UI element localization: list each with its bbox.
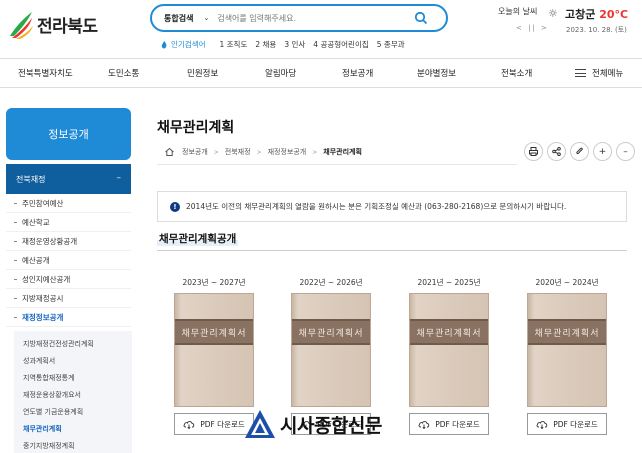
sidebar-item-active[interactable]: 재정정보공개	[6, 308, 131, 327]
weather-date: 2023. 10. 28. (토)	[566, 26, 627, 34]
minus-icon[interactable]: –	[616, 142, 635, 161]
plus-icon[interactable]: +	[593, 142, 612, 161]
cloud-download-icon	[536, 420, 548, 429]
weather-location: 고창군 20°C	[565, 8, 629, 21]
breadcrumb-current: 채무관리계획	[323, 148, 362, 156]
home-icon[interactable]	[165, 148, 174, 156]
popular-keyword[interactable]: 4 공공형어린이집	[313, 39, 368, 50]
popular-keyword[interactable]: 3 인사	[284, 39, 305, 50]
logo-mark-icon	[10, 12, 33, 39]
plan-years: 2021년 ~ 2025년	[417, 278, 481, 287]
cover-title: 채무관리계획서	[175, 319, 253, 345]
weather-controls[interactable]: < || >	[516, 24, 549, 32]
all-menu-button[interactable]: 전체메뉴	[575, 67, 623, 79]
sidebar-subitem[interactable]: 지방재정건전성관리계획	[14, 335, 132, 352]
sidebar-item[interactable]: 재정운영상황공개	[6, 232, 131, 251]
cover-title: 채무관리계획서	[528, 319, 606, 345]
plan-years: 2022년 ~ 2026년	[299, 278, 363, 287]
sidebar-list: 주민참여예산 예산학교 재정운영상황공개 예산공개 성인지예산공개 지방재정공시…	[6, 194, 131, 327]
site-logo[interactable]: 전라북도	[8, 8, 98, 40]
plan-card: 2023년 ~ 2027년 채무관리계획서 PDF 다운로드	[174, 277, 254, 435]
nav-item[interactable]: 민원정보	[187, 67, 218, 79]
search-type-select[interactable]: 통합검색	[164, 13, 193, 24]
breadcrumb-item[interactable]: 전북재정	[225, 147, 251, 157]
search-icon[interactable]	[414, 11, 428, 25]
nav-item[interactable]: 도민소통	[108, 67, 139, 79]
breadcrumb: 정보공개 > 전북재정 > 재정정보공개 > 채무관리계획	[165, 147, 362, 157]
pdf-download-button[interactable]: PDF 다운로드	[174, 413, 254, 435]
cloud-download-icon	[183, 420, 195, 429]
clip-icon[interactable]	[570, 142, 589, 161]
breadcrumb-item[interactable]: 정보공개	[182, 147, 208, 157]
weather-temperature: 20°C	[599, 8, 629, 21]
popular-label: 인기검색어	[160, 39, 206, 50]
weather-widget: 오늘의 날씨 ☼ 고창군 20°C < || > 2023. 10. 28. (…	[498, 6, 638, 34]
search-input[interactable]	[217, 13, 398, 23]
sidebar-subitem[interactable]: 성과계획서	[14, 352, 132, 369]
section-title: 채무관리계획공개	[157, 231, 239, 246]
plan-years: 2023년 ~ 2027년	[182, 278, 246, 287]
info-icon: !	[170, 201, 180, 212]
sidebar-item[interactable]: 성인지예산공개	[6, 270, 131, 289]
sidebar-subitem[interactable]: 중기지방재정계획	[14, 437, 132, 453]
sidebar-subitem-active[interactable]: 채무관리계획	[14, 420, 132, 437]
plan-years: 2020년 ~ 2024년	[535, 278, 599, 287]
sidebar-title: 정보공개	[6, 108, 131, 160]
sidebar-item[interactable]: 주민참여예산	[6, 194, 131, 213]
cloud-download-icon	[418, 420, 430, 429]
sun-icon: ☼	[548, 7, 558, 20]
collapse-icon: –	[116, 173, 122, 183]
weather-label: 오늘의 날씨	[498, 7, 538, 16]
sidebar-sublist: 지방재정건전성관리계획 성과계획서 지역통합재정통계 재정운용상황개요서 연도별…	[14, 331, 132, 453]
cover-title: 채무관리계획서	[292, 319, 370, 345]
breadcrumb-item[interactable]: 재정정보공개	[268, 147, 307, 157]
sidebar-subitem[interactable]: 지역통합재정통계	[14, 369, 132, 386]
cover-title: 채무관리계획서	[410, 319, 488, 345]
chevron-down-icon[interactable]: ⌄	[203, 14, 209, 22]
logo-text: 전라북도	[37, 16, 98, 37]
popular-keyword[interactable]: 2 채용	[255, 39, 276, 50]
popular-keyword[interactable]: 5 종무과	[377, 39, 405, 50]
plan-cover[interactable]: 채무관리계획서	[409, 293, 489, 407]
divider	[157, 250, 627, 251]
plan-card: 2020년 ~ 2024년 채무관리계획서 PDF 다운로드	[527, 277, 607, 435]
watermark-text: 시사종합신문	[280, 414, 382, 437]
sidebar-section-toggle[interactable]: 전북재정 –	[6, 164, 131, 194]
share-icon[interactable]	[547, 142, 566, 161]
nav-item[interactable]: 정보공개	[342, 67, 373, 79]
plan-card: 2021년 ~ 2025년 채무관리계획서 PDF 다운로드	[409, 277, 489, 435]
nav-item[interactable]: 전북소개	[501, 67, 532, 79]
watermark: 시사종합신문	[245, 410, 382, 438]
watermark-logo-icon	[245, 410, 275, 438]
nav-item[interactable]: 알림마당	[265, 67, 296, 79]
page-title: 채무관리계획	[157, 120, 235, 136]
pdf-download-button[interactable]: PDF 다운로드	[527, 413, 607, 435]
header: 전라북도 통합검색 ⌄ 인기검색어 1 조직도 2 채용 3 인사 4 공공형어…	[0, 0, 642, 58]
bars-icon	[575, 69, 586, 77]
sidebar-item[interactable]: 지방재정공시	[6, 289, 131, 308]
notice-box: ! 2014년도 이전의 채무관리계획의 열람을 원하시는 분은 기획조정실 예…	[157, 191, 627, 222]
plan-cover[interactable]: 채무관리계획서	[527, 293, 607, 407]
sidebar-item[interactable]: 예산공개	[6, 251, 131, 270]
divider	[157, 164, 517, 165]
pdf-download-button[interactable]: PDF 다운로드	[409, 413, 489, 435]
notice-text: 2014년도 이전의 채무관리계획의 열람을 원하시는 분은 기획조정실 예산과…	[186, 202, 567, 211]
plan-cover[interactable]: 채무관리계획서	[291, 293, 371, 407]
nav-item[interactable]: 전북특별자치도	[18, 67, 73, 79]
search-bar: 통합검색 ⌄	[150, 4, 448, 32]
sidebar-item[interactable]: 예산학교	[6, 213, 131, 232]
nav-item[interactable]: 분야별정보	[417, 67, 456, 79]
sidebar-subitem[interactable]: 연도별 기금운용계획	[14, 403, 132, 420]
main-nav: 전북특별자치도 도민소통 민원정보 알림마당 정보공개 분야별정보 전북소개 전…	[0, 58, 642, 88]
page-tools: + –	[524, 142, 639, 161]
popular-keywords: 인기검색어 1 조직도 2 채용 3 인사 4 공공형어린이집 5 종무과	[160, 39, 413, 50]
flame-icon	[161, 40, 167, 48]
sidebar-subitem[interactable]: 재정운용상황개요서	[14, 386, 132, 403]
plan-cover[interactable]: 채무관리계획서	[174, 293, 254, 407]
print-icon[interactable]	[524, 142, 543, 161]
popular-keyword[interactable]: 1 조직도	[220, 39, 248, 50]
